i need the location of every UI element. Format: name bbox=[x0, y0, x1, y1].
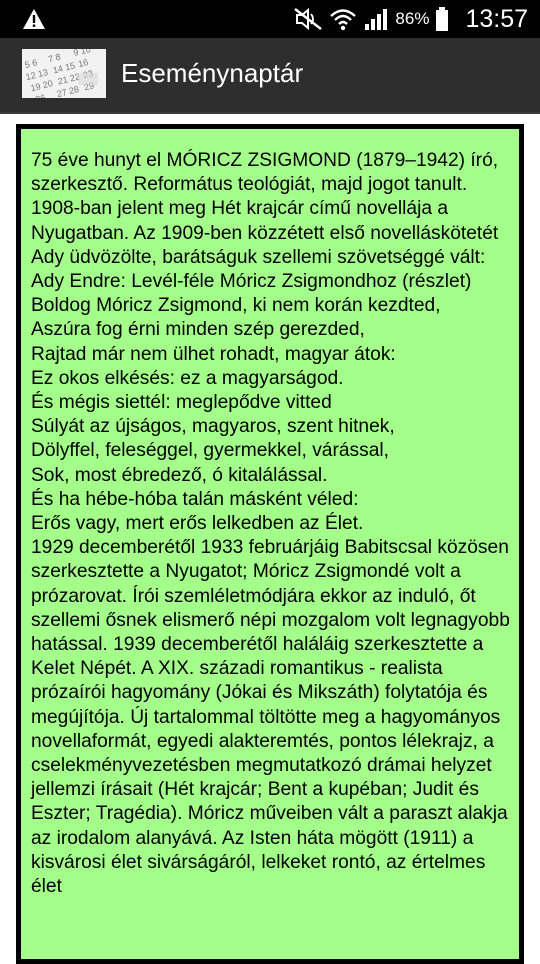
warning-icon bbox=[23, 9, 45, 29]
content-frame: 75 éve hunyt el MÓRICZ ZSIGMOND (1879–19… bbox=[16, 124, 524, 964]
wifi-icon bbox=[330, 9, 357, 31]
battery-percentage: 86% bbox=[395, 9, 430, 28]
mute-icon bbox=[294, 7, 323, 31]
event-description-text: 75 éve hunyt el MÓRICZ ZSIGMOND (1879–19… bbox=[31, 150, 510, 898]
app-title: Eseménynaptár bbox=[121, 58, 304, 88]
calendar-thumbnail-icon[interactable]: 5 67 89 10 12 1314 1516 19 2021 2223 262… bbox=[22, 49, 106, 98]
content-panel[interactable]: 75 éve hunyt el MÓRICZ ZSIGMOND (1879–19… bbox=[21, 129, 519, 959]
clock: 13:57 bbox=[465, 4, 528, 33]
battery-icon bbox=[436, 7, 449, 31]
signal-icon bbox=[365, 9, 388, 30]
status-icons: 86% 13:57 bbox=[293, 0, 528, 38]
action-bar: 5 67 89 10 12 1314 1516 19 2021 2223 262… bbox=[0, 38, 540, 114]
status-bar: 86% 13:57 bbox=[0, 0, 540, 38]
